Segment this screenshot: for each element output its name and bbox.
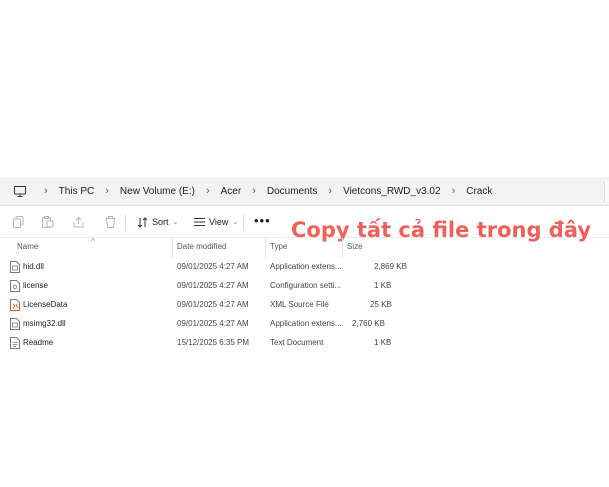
column-header-date[interactable]: Date modified [177,242,226,251]
file-name: LicenseData [23,300,68,309]
chevron-right-icon[interactable]: › [328,185,332,197]
breadcrumb-item-current[interactable]: Crack [466,186,492,197]
file-size: 2,869 KB [374,262,407,271]
paste-icon[interactable] [41,215,55,229]
column-divider[interactable] [265,238,266,258]
sort-label: Sort [152,217,169,227]
sort-button[interactable]: Sort ⌄ [137,214,178,230]
file-name: Readme [23,338,54,347]
file-size: 2,760 KB [352,319,385,328]
file-type: Application extens... [270,319,342,328]
file-date: 09/01/2025 4:27 AM [177,281,249,290]
file-date: 15/12/2025 6:35 PM [177,338,250,347]
file-row[interactable]: hid.dll 09/01/2025 4:27 AM Application e… [0,258,609,277]
this-pc-icon[interactable] [13,184,27,198]
file-date: 09/01/2025 4:27 AM [177,262,249,271]
more-options-button[interactable]: ••• [254,213,271,229]
file-size: 25 KB [370,300,392,309]
view-label: View [209,217,229,227]
file-name: hid.dll [23,262,44,271]
share-icon[interactable] [72,215,86,229]
column-divider[interactable] [342,238,343,258]
file-date: 09/01/2025 4:27 AM [177,319,249,328]
dll-file-icon [10,318,20,330]
file-type: Application extens... [270,262,342,271]
chevron-right-icon[interactable]: › [44,185,48,197]
view-icon [194,218,205,226]
dll-file-icon [10,261,20,273]
text-file-icon [10,337,20,349]
breadcrumb: › This PC › New Volume (E:) › Acer › Doc… [33,185,492,197]
file-name: license [23,281,48,290]
address-bar[interactable]: › This PC › New Volume (E:) › Acer › Doc… [0,177,609,206]
breadcrumb-item[interactable]: This PC [59,186,95,197]
breadcrumb-item[interactable]: Vietcons_RWD_v3.02 [343,186,440,197]
breadcrumb-item[interactable]: Acer [221,186,242,197]
chevron-right-icon[interactable]: › [105,185,109,197]
file-name: msimg32.dll [23,319,66,328]
column-divider[interactable] [172,238,173,258]
sort-icon [137,216,148,228]
file-size: 1 KB [374,281,392,290]
blank-top-area [0,0,609,177]
config-file-icon [10,280,20,292]
column-header-name[interactable]: Name [17,242,38,251]
toolbar-divider [243,215,244,230]
copy-icon[interactable] [11,215,25,229]
column-header-size[interactable]: Size [347,242,363,251]
chevron-right-icon[interactable]: › [252,185,256,197]
sort-ascending-icon: ^ [91,237,95,246]
file-size: 1 KB [374,338,392,347]
file-row[interactable]: LicenseData 09/01/2025 4:27 AM XML Sourc… [0,296,609,315]
chevron-down-icon: ⌄ [172,219,179,226]
file-date: 09/01/2025 4:27 AM [177,300,249,309]
view-button[interactable]: View ⌄ [194,214,238,230]
file-row[interactable]: license 09/01/2025 4:27 AM Configuration… [0,277,609,296]
file-row[interactable]: Readme 15/12/2025 6:35 PM Text Document … [0,334,609,353]
delete-icon[interactable] [103,215,117,229]
column-header-type[interactable]: Type [270,242,287,251]
file-type: Text Document [270,338,324,347]
chevron-down-icon: ⌄ [232,219,239,226]
chevron-right-icon[interactable]: › [452,185,456,197]
search-box-edge[interactable] [604,181,609,202]
breadcrumb-item[interactable]: New Volume (E:) [120,186,195,197]
xml-file-icon [10,299,20,311]
chevron-right-icon[interactable]: › [206,185,210,197]
column-headers: ^ Name Date modified Type Size [0,237,609,258]
file-type: XML Source File [270,300,329,309]
breadcrumb-item[interactable]: Documents [267,186,318,197]
toolbar-divider [125,215,126,230]
file-row[interactable]: msimg32.dll 09/01/2025 4:27 AM Applicati… [0,315,609,334]
file-type: Configuration setti... [270,281,342,290]
